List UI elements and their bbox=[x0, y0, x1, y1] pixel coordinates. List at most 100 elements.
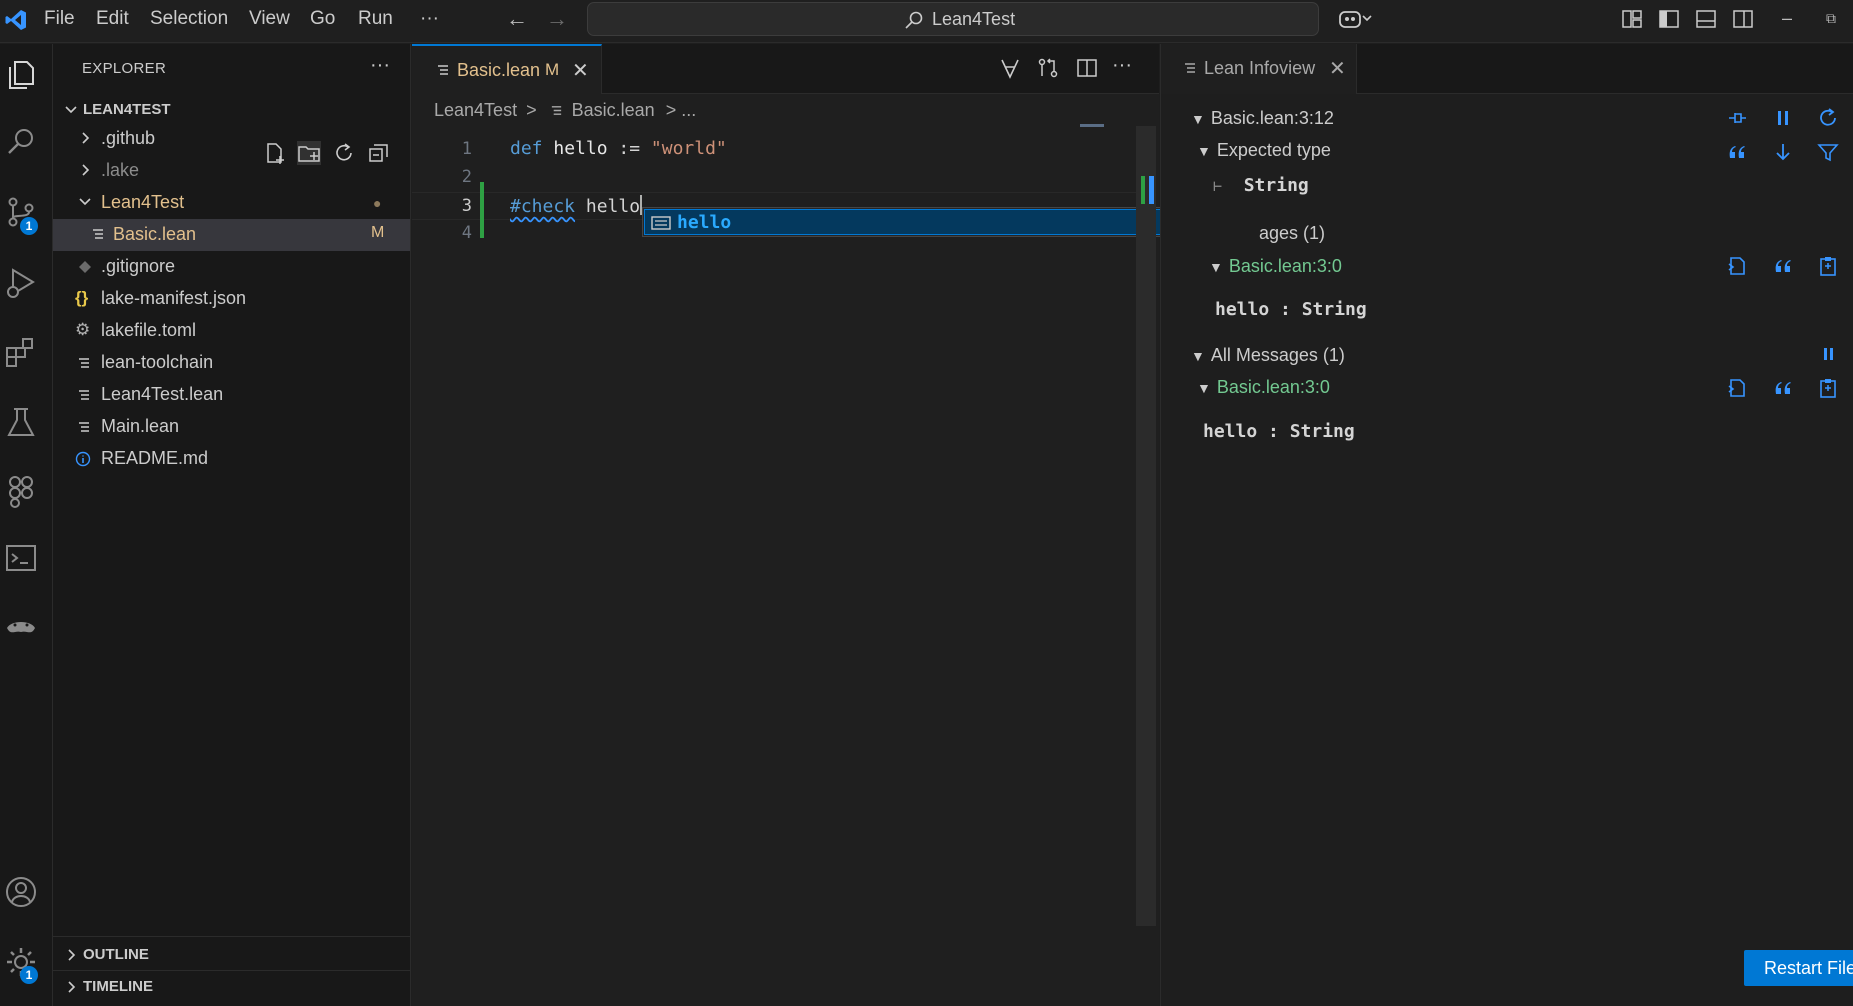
tree-item-label: Main.lean bbox=[101, 416, 180, 436]
testing-flask-icon[interactable] bbox=[3, 404, 39, 440]
copy-to-comment-icon[interactable] bbox=[1725, 376, 1749, 400]
copilot-icon[interactable] bbox=[1338, 7, 1372, 31]
tree-item-basic-lean[interactable]: Basic.lean M bbox=[53, 219, 410, 251]
breadcrumb-file[interactable]: Basic.lean bbox=[572, 100, 655, 120]
vscode-logo-icon[interactable] bbox=[4, 8, 28, 32]
arrow-down-icon[interactable] bbox=[1771, 140, 1795, 164]
command-center-search[interactable]: Lean4Test bbox=[587, 2, 1319, 36]
tree-item-label: lakefile.toml bbox=[101, 320, 197, 340]
tab-close-button[interactable]: ✕ bbox=[572, 58, 589, 83]
goal-position-header[interactable]: ▼ Basic.lean:3:12 bbox=[1191, 108, 1334, 129]
lean-forall-icon[interactable] bbox=[3, 472, 39, 508]
quote-icon[interactable] bbox=[1771, 254, 1795, 278]
menu-view[interactable]: View bbox=[249, 8, 290, 30]
code-line[interactable]: 1 def hello := "world" bbox=[412, 136, 1148, 164]
tree-item-main-lean[interactable]: Main.lean bbox=[53, 411, 410, 443]
chevron-down-icon bbox=[79, 198, 91, 206]
workspace-root-label: LEAN4TEST bbox=[83, 101, 171, 118]
filter-icon[interactable] bbox=[1816, 140, 1840, 164]
file-lines-icon bbox=[551, 106, 561, 115]
tree-item-lake-manifest[interactable]: {} lake-manifest.json bbox=[53, 283, 410, 315]
chevron-right-icon bbox=[68, 981, 76, 993]
pause-icon[interactable] bbox=[1771, 106, 1795, 130]
remote-mustache-icon[interactable] bbox=[3, 610, 39, 646]
search-label: Lean4Test bbox=[932, 9, 1016, 29]
restart-file-button[interactable]: Restart File bbox=[1744, 950, 1853, 986]
customize-layout-icon[interactable] bbox=[1620, 7, 1644, 31]
file-lines-icon bbox=[79, 358, 89, 368]
terminal-icon[interactable] bbox=[3, 540, 39, 576]
outline-section-header[interactable]: OUTLINE bbox=[61, 943, 401, 969]
settings-badge: 1 bbox=[20, 966, 38, 984]
paste-icon[interactable] bbox=[1816, 254, 1840, 278]
diamond-icon bbox=[79, 261, 91, 273]
tab-label: Basic.lean bbox=[457, 60, 541, 80]
code-line[interactable]: 2 bbox=[412, 164, 1148, 192]
tree-item-lean4test-lean[interactable]: Lean4Test.lean bbox=[53, 379, 410, 411]
tree-item-github[interactable]: .github bbox=[53, 123, 410, 155]
message-position-header[interactable]: ▼ Basic.lean:3:0 bbox=[1197, 377, 1330, 398]
accounts-icon[interactable] bbox=[3, 874, 39, 910]
messages-header[interactable]: ages (1) bbox=[1259, 223, 1325, 244]
editor-group: Basic.lean M ✕ ··· Lean4Test > Basic.lea… bbox=[412, 44, 1258, 1006]
menu-go[interactable]: Go bbox=[310, 8, 335, 30]
lean-forall-menu-icon[interactable] bbox=[998, 56, 1022, 80]
tab-basic-lean[interactable]: Basic.lean M ✕ bbox=[412, 44, 602, 94]
forward-arrow-icon[interactable]: → bbox=[546, 6, 568, 32]
menu-run[interactable]: Run bbox=[358, 8, 393, 30]
tree-item-lakefile[interactable]: ⚙ lakefile.toml bbox=[53, 315, 410, 347]
git-status-modified: M bbox=[371, 224, 385, 241]
refresh-icon[interactable] bbox=[1816, 106, 1840, 130]
menu-more[interactable]: ··· bbox=[420, 8, 439, 30]
minimize-icon[interactable]: – bbox=[1782, 8, 1792, 29]
timeline-section-header[interactable]: TIMELINE bbox=[61, 975, 401, 1001]
breadcrumb-symbols[interactable]: > ... bbox=[666, 100, 697, 120]
expected-type-header[interactable]: ▼ Expected type bbox=[1197, 140, 1331, 161]
search-activity-icon[interactable] bbox=[3, 124, 39, 160]
tree-item-gitignore[interactable]: .gitignore bbox=[53, 251, 410, 283]
explorer-more-button[interactable]: ··· bbox=[370, 54, 390, 77]
scrollbar-cursor-marker bbox=[1149, 176, 1154, 204]
message-position-header[interactable]: ▼ Basic.lean:3:0 bbox=[1209, 256, 1342, 277]
editor-scrollbar[interactable] bbox=[1136, 126, 1156, 926]
chevron-right-icon bbox=[68, 949, 76, 961]
open-changes-icon[interactable] bbox=[1036, 56, 1060, 80]
toggle-primary-sidebar-icon[interactable] bbox=[1657, 7, 1681, 31]
restore-icon[interactable]: ⧉ bbox=[1826, 10, 1836, 27]
quote-icon[interactable] bbox=[1725, 140, 1749, 164]
tree-item-readme[interactable]: README.md bbox=[53, 443, 410, 475]
autocomplete-item-label: hello bbox=[677, 212, 732, 233]
minimap-slider[interactable] bbox=[1080, 124, 1104, 127]
pause-messages-icon[interactable] bbox=[1816, 342, 1840, 366]
tree-item-lake[interactable]: .lake bbox=[53, 155, 410, 187]
gear-icon: ⚙ bbox=[75, 320, 91, 339]
extensions-icon[interactable] bbox=[3, 334, 39, 370]
workspace-root-header[interactable]: LEAN4TEST bbox=[61, 98, 401, 124]
pin-icon[interactable] bbox=[1725, 106, 1749, 130]
toggle-secondary-sidebar-icon[interactable] bbox=[1731, 7, 1755, 31]
all-messages-header[interactable]: ▼ All Messages (1) bbox=[1191, 345, 1345, 366]
tab-lean-infoview[interactable]: Lean Infoview ✕ bbox=[1161, 44, 1357, 94]
timeline-label: TIMELINE bbox=[83, 978, 153, 995]
quote-icon[interactable] bbox=[1771, 376, 1795, 400]
info-icon bbox=[75, 451, 91, 467]
modified-dot: ● bbox=[373, 195, 382, 211]
menu-edit[interactable]: Edit bbox=[96, 8, 129, 30]
section-divider bbox=[53, 970, 410, 971]
menu-selection[interactable]: Selection bbox=[150, 8, 228, 30]
editor-more-actions[interactable]: ··· bbox=[1112, 54, 1132, 77]
split-editor-icon[interactable] bbox=[1075, 56, 1099, 80]
run-debug-icon[interactable] bbox=[3, 264, 39, 300]
tab-close-button[interactable]: ✕ bbox=[1329, 56, 1346, 81]
file-lines-icon bbox=[79, 422, 89, 432]
toggle-panel-icon[interactable] bbox=[1694, 7, 1718, 31]
back-arrow-icon[interactable]: ← bbox=[506, 6, 528, 32]
gutter-modified-marker bbox=[480, 182, 484, 238]
explorer-icon[interactable] bbox=[3, 56, 39, 92]
tree-item-lean-toolchain[interactable]: lean-toolchain bbox=[53, 347, 410, 379]
tree-item-lean4test-folder[interactable]: Lean4Test ● bbox=[53, 187, 410, 219]
menu-file[interactable]: File bbox=[44, 8, 75, 30]
paste-icon[interactable] bbox=[1816, 376, 1840, 400]
breadcrumb-folder[interactable]: Lean4Test bbox=[434, 100, 517, 120]
copy-to-comment-icon[interactable] bbox=[1725, 254, 1749, 278]
